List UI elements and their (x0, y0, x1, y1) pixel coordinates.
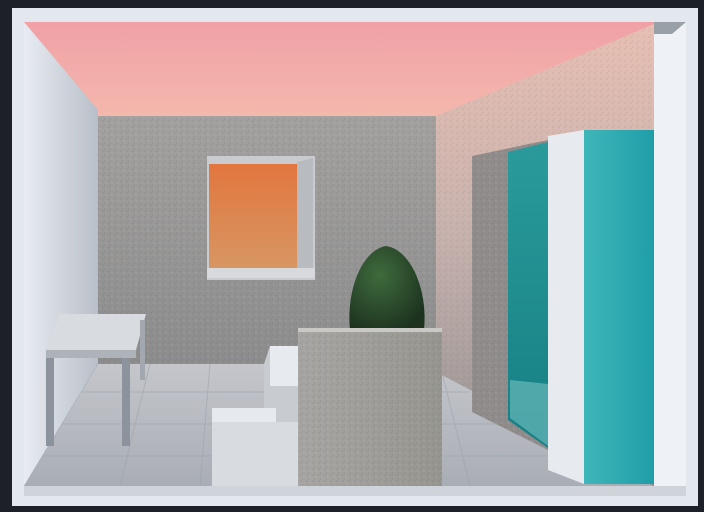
planter-rim (298, 328, 442, 332)
pillar-face (548, 130, 584, 484)
frame-right-bevel (654, 22, 686, 486)
step-upper (270, 346, 300, 386)
teal-panel (584, 130, 654, 484)
bench-leg-back (140, 320, 145, 380)
step-lower-face (212, 422, 300, 486)
step-lower-top (212, 408, 276, 422)
window-glow (209, 164, 297, 268)
window-reveal (297, 158, 313, 278)
planter-texture (298, 330, 442, 486)
window-sill (207, 268, 315, 278)
frame-bottom-bevel (24, 486, 686, 496)
bench-edge (46, 350, 136, 358)
courtyard-scene (0, 0, 704, 512)
bench-leg-front-right (122, 358, 130, 446)
bench-leg-front-left (46, 358, 54, 446)
bench-top (46, 314, 146, 350)
courtyard-illustration (0, 0, 704, 512)
